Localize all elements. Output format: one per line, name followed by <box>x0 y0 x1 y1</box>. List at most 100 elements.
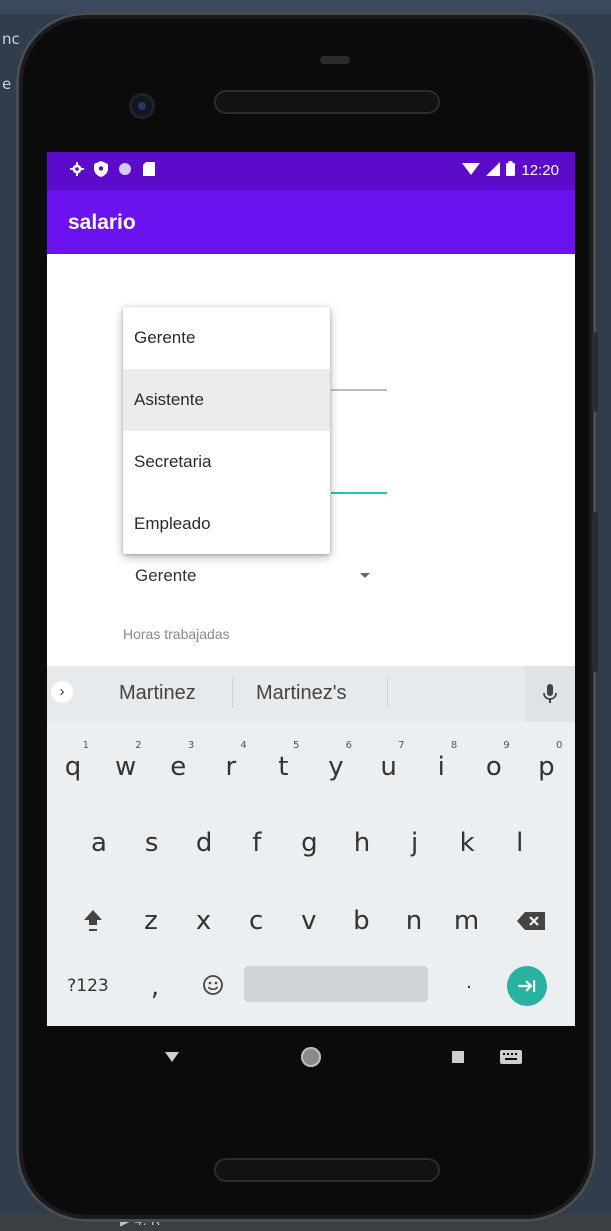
key-q[interactable]: q1 <box>51 738 95 794</box>
suggestion[interactable]: Martinez <box>119 682 196 705</box>
key-y[interactable]: y6 <box>314 738 358 794</box>
key-label: y <box>328 752 344 782</box>
key-label: e <box>170 752 187 782</box>
suggestion[interactable]: Martinez's <box>256 682 347 705</box>
key-k[interactable]: k <box>445 814 489 870</box>
shift-key[interactable] <box>71 892 115 948</box>
key-w[interactable]: w2 <box>104 738 148 794</box>
key-label: w <box>114 752 137 782</box>
soft-keyboard: › Martinez Martinez's q1w2e3r4t5y6u7i8o9… <box>47 666 575 1026</box>
key-label: d <box>195 828 213 858</box>
backspace-key[interactable] <box>509 892 553 948</box>
key-label: n <box>405 906 423 936</box>
key-label: j <box>410 828 419 858</box>
key-s[interactable]: s <box>130 814 174 870</box>
phone-screen: 12:20 salario Gerente Horas trabajadas G… <box>47 152 575 1026</box>
hours-worked-field[interactable]: Horas trabajadas <box>123 626 230 642</box>
microphone-icon[interactable] <box>525 666 575 722</box>
key-x[interactable]: x <box>182 892 226 948</box>
dropdown-option[interactable]: Secretaria <box>123 431 330 493</box>
key-r[interactable]: r4 <box>209 738 253 794</box>
text-field-underline[interactable] <box>331 389 387 391</box>
key-label: r <box>225 752 237 782</box>
space-bar[interactable] <box>244 966 428 1002</box>
key-label: k <box>459 828 475 858</box>
key-number-hint: 6 <box>345 740 352 751</box>
key-number-hint: 7 <box>398 740 405 751</box>
key-label: q <box>64 752 82 782</box>
key-number-hint: 1 <box>82 740 89 751</box>
top-speaker <box>216 92 438 112</box>
suggestion-divider <box>387 678 388 708</box>
shield-icon <box>93 161 109 177</box>
key-label: t <box>278 752 289 782</box>
key-z[interactable]: z <box>129 892 173 948</box>
key-p[interactable]: p0 <box>524 738 568 794</box>
key-label: c <box>249 906 264 936</box>
key-b[interactable]: b <box>339 892 383 948</box>
key-o[interactable]: o9 <box>472 738 516 794</box>
wifi-icon <box>462 162 481 180</box>
volume-button <box>592 512 598 672</box>
key-h[interactable]: h <box>340 814 384 870</box>
key-label: x <box>195 906 212 936</box>
key-label: o <box>485 752 502 782</box>
key-a[interactable]: a <box>77 814 121 870</box>
key-e[interactable]: e3 <box>156 738 200 794</box>
bottom-speaker <box>216 1160 438 1180</box>
key-label: l <box>516 828 524 858</box>
suggestion-strip: › Martinez Martinez's <box>47 666 575 722</box>
home-nav-icon[interactable] <box>301 1047 321 1067</box>
key-g[interactable]: g <box>287 814 331 870</box>
settings-icon <box>69 161 85 177</box>
emoji-key[interactable] <box>191 958 235 1014</box>
dropdown-option[interactable]: Empleado <box>123 493 330 555</box>
signal-icon <box>486 161 501 180</box>
recents-nav-icon[interactable] <box>452 1051 464 1063</box>
key-c[interactable]: c <box>234 892 278 948</box>
app-bar: salario <box>47 190 575 254</box>
focused-field-underline[interactable] <box>331 492 387 494</box>
position-spinner[interactable]: Gerente <box>135 566 196 586</box>
key-l[interactable]: l <box>498 814 542 870</box>
key-m[interactable]: m <box>445 892 489 948</box>
key-n[interactable]: n <box>392 892 436 948</box>
key-number-hint: 5 <box>293 740 300 751</box>
key-label: v <box>301 906 317 936</box>
period-key-label: . <box>466 972 472 993</box>
key-label: p <box>538 752 555 782</box>
dropdown-option[interactable]: Gerente <box>123 307 330 369</box>
power-button <box>592 332 598 412</box>
next-arrow-icon <box>518 980 536 992</box>
key-d[interactable]: d <box>182 814 226 870</box>
key-t[interactable]: t5 <box>261 738 305 794</box>
key-number-hint: 8 <box>450 740 458 751</box>
comma-key[interactable]: , <box>133 958 177 1014</box>
symbols-key[interactable]: ?123 <box>61 958 115 1014</box>
key-f[interactable]: f <box>235 814 279 870</box>
key-i[interactable]: i8 <box>419 738 463 794</box>
key-number-hint: 2 <box>135 740 142 751</box>
front-camera <box>132 96 152 116</box>
sd-card-icon <box>141 161 157 177</box>
enter-key[interactable] <box>507 966 547 1006</box>
key-u[interactable]: u7 <box>367 738 411 794</box>
key-label: h <box>353 828 371 858</box>
key-label: a <box>91 828 107 858</box>
key-number-hint: 9 <box>503 740 510 751</box>
back-nav-icon[interactable] <box>165 1052 179 1062</box>
period-key[interactable]: . <box>447 958 491 1014</box>
keyboard-switch-icon[interactable] <box>500 1050 522 1064</box>
ide-fragment: e <box>2 75 12 93</box>
spinner-dropdown: Gerente Asistente Secretaria Empleado <box>123 307 330 554</box>
chevron-right-icon[interactable]: › <box>51 681 73 703</box>
status-bar: 12:20 <box>47 152 575 190</box>
key-label: m <box>453 906 480 936</box>
dropdown-arrow-icon[interactable] <box>360 573 370 578</box>
comma-key-label: , <box>150 972 160 1002</box>
key-j[interactable]: j <box>393 814 437 870</box>
dropdown-option-highlighted[interactable]: Asistente <box>123 369 330 431</box>
key-v[interactable]: v <box>287 892 331 948</box>
circle-notification-icon <box>117 161 133 177</box>
key-label: g <box>301 828 318 858</box>
